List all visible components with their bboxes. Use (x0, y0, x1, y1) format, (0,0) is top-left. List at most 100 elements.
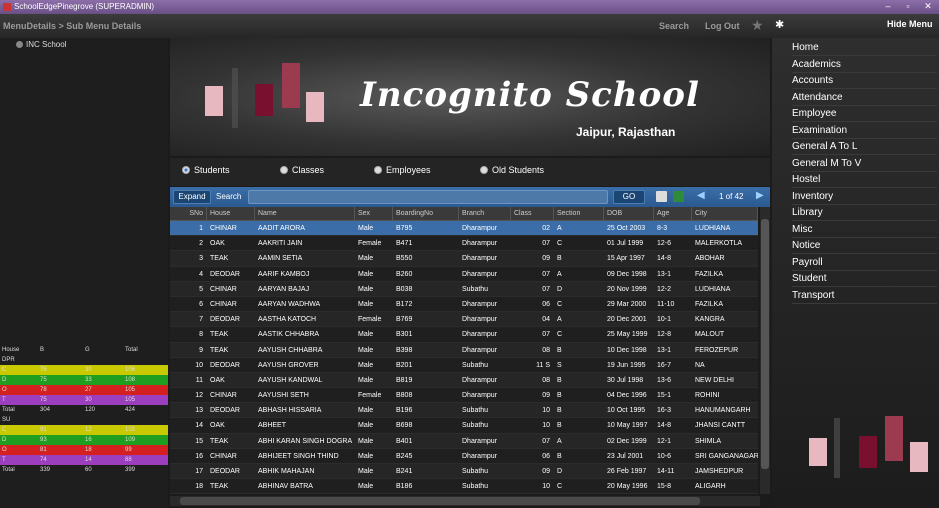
column-header[interactable]: BoardingNo (393, 207, 459, 220)
tree-root-item[interactable]: INC School (16, 40, 66, 49)
stats-cell: 93 (40, 437, 47, 443)
table-cell: 02 (542, 225, 550, 232)
menu-item-transport[interactable]: Transport (792, 288, 937, 304)
banner-bar (232, 68, 238, 128)
table-row[interactable]: 8 TEAK AASTIK CHHABRA Male B301 Dharampur 07 C 2… (170, 327, 758, 343)
column-header[interactable]: SNo (170, 207, 207, 220)
menu-item-notice[interactable]: Notice (792, 238, 937, 254)
menu-item-hostel[interactable]: Hostel (792, 172, 937, 188)
minimize-button[interactable]: – (879, 1, 897, 12)
table-row[interactable]: 10 DEODAR AAYUSH GROVER Male B201 Subathu 11 S… (170, 357, 758, 373)
table-row[interactable]: 2 OAK AAKRITI JAIN Female B471 Dharampur 07 C 01… (170, 236, 758, 252)
table-cell: AAYUSHI SETH (258, 392, 309, 400)
scroll-thumb[interactable] (180, 497, 700, 505)
settings-gear-icon[interactable]: ✱ (775, 18, 784, 31)
horizontal-scrollbar[interactable] (170, 496, 760, 506)
next-page-icon[interactable]: ▶ (756, 190, 764, 201)
logout-link[interactable]: Log Out (705, 21, 740, 31)
vertical-scrollbar[interactable] (760, 207, 770, 494)
menu-item-accounts[interactable]: Accounts (792, 73, 937, 89)
column-header[interactable]: Name (255, 207, 355, 220)
column-header[interactable]: House (207, 207, 255, 220)
table-row[interactable]: 3 TEAK AAMIN SETIA Male B550 Dharampur 09 B 15 A… (170, 251, 758, 267)
table-cell: ABHIJEET SINGH THIND (258, 452, 339, 460)
expand-button[interactable]: Expand (173, 190, 211, 204)
menu-item-home[interactable]: Home (792, 40, 937, 56)
table-row[interactable]: 14 OAK ABHEET Male B698 Subathu 10 B 10 May 1997… (170, 418, 758, 434)
prev-page-icon[interactable]: ◀ (697, 190, 705, 201)
menu-item-academics[interactable]: Academics (792, 57, 937, 73)
go-button[interactable]: GO (613, 190, 645, 204)
search-link[interactable]: Search (659, 21, 689, 31)
scroll-thumb[interactable] (761, 219, 769, 469)
excel-export-icon[interactable] (673, 191, 684, 202)
table-row[interactable]: 1 CHINAR AADIT ARORA Male B795 Dharampur 02 A 25… (170, 221, 758, 237)
column-header[interactable]: Section (554, 207, 604, 220)
menu-item-examination[interactable]: Examination (792, 123, 937, 139)
table-row[interactable]: 11 OAK AAYUSH KANDWAL Male B819 Dharampur 08 B 3… (170, 372, 758, 389)
menu-item-attendance[interactable]: Attendance (792, 90, 937, 106)
table-cell: Dharampur (462, 316, 498, 324)
table-cell: ABHASH HISSARIA (258, 407, 322, 415)
table-row[interactable]: 17 DEODAR ABHIK MAHAJAN Male B241 Subathu 09 D 2… (170, 464, 758, 480)
radio-students[interactable]: Students (182, 165, 230, 175)
table-cell: 20 May 1996 (607, 483, 648, 491)
table-cell: B186 (396, 483, 413, 491)
radio-employees[interactable]: Employees (374, 165, 431, 175)
menu-item-misc[interactable]: Misc (792, 222, 937, 238)
menu-item-general-m-to-v[interactable]: General M To V (792, 156, 937, 172)
table-cell: AADIT ARORA (258, 225, 305, 232)
table-cell: 11 S (536, 361, 550, 369)
stats-cell: D (2, 437, 7, 443)
stats-cell: 30 (85, 367, 92, 373)
column-header[interactable]: Branch (459, 207, 511, 220)
column-header[interactable]: City (692, 207, 758, 220)
restore-button[interactable]: ▫ (899, 1, 917, 12)
stats-cell: O (2, 387, 7, 393)
favorite-star-icon[interactable]: ★ (751, 17, 764, 34)
radio-icon (374, 166, 382, 174)
column-header[interactable]: DOB (604, 207, 654, 220)
hide-menu-button[interactable]: Hide Menu (887, 19, 933, 29)
table-row[interactable]: 7 DEODAR AASTHA KATOCH Female B769 Dharampur 0… (170, 312, 758, 328)
column-header[interactable]: Sex (355, 207, 393, 220)
radio-old-students[interactable]: Old Students (480, 165, 544, 175)
table-row[interactable]: 9 TEAK AAYUSH CHHABRA Male B398 Dharampur 08 B 1… (170, 342, 758, 358)
table-cell: 14-8 (657, 255, 672, 263)
stats-cell: 108 (125, 377, 136, 383)
table-row[interactable]: 4 DEODAR AARIF KAMBOJ Male B260 Dharampur 07 A 0… (170, 266, 758, 282)
table-row[interactable]: 18 TEAK ABHINAV BATRA Male B186 Subathu 10 C 20 … (170, 479, 758, 495)
table-cell: 30 Jul 1998 (607, 376, 644, 384)
menu-item-library[interactable]: Library (792, 205, 937, 221)
column-header[interactable]: Age (654, 207, 692, 220)
table-cell: 10 Dec 1998 (607, 346, 647, 354)
table-cell: 15 Apr 1997 (607, 255, 645, 263)
menu-item-general-a-to-l[interactable]: General A To L (792, 139, 937, 155)
table-row[interactable]: 5 CHINAR AARYAN BAJAJ Male B038 Subathu 07 D 20 … (170, 281, 758, 297)
table-row[interactable]: 16 CHINAR ABHIJEET SINGH THIND Male B245 Dhar… (170, 448, 758, 464)
search-input[interactable] (248, 190, 608, 204)
menu-item-student[interactable]: Student (792, 271, 937, 287)
table-row[interactable]: 13 DEODAR ABHASH HISSARIA Male B196 Subathu 10… (170, 403, 758, 419)
table-cell: JHANSI CANTT (695, 422, 746, 430)
table-cell: Male (358, 468, 374, 475)
radio-classes[interactable]: Classes (280, 165, 324, 175)
table-cell: B795 (396, 225, 413, 232)
column-header[interactable]: Class (511, 207, 554, 220)
table-cell: 07 (542, 285, 550, 293)
table-cell: ROHINI (695, 392, 720, 400)
menu-item-employee[interactable]: Employee (792, 106, 937, 122)
table-cell: Male (358, 285, 374, 293)
stats-row: C 91 12 103 (0, 425, 168, 435)
table-cell: Male (358, 270, 374, 278)
table-row[interactable]: 15 TEAK ABHI KARAN SINGH DOGRA Male B401 Dhar… (170, 433, 758, 449)
close-button[interactable]: ✕ (919, 1, 937, 12)
menu-item-payroll[interactable]: Payroll (792, 255, 937, 271)
print-icon[interactable] (656, 191, 667, 202)
table-cell: 09 (542, 468, 550, 475)
table-cell: B241 (396, 468, 413, 475)
table-row[interactable]: 12 CHINAR AAYUSHI SETH Female B808 Dharampur 0… (170, 388, 758, 404)
banner-bar (282, 63, 300, 108)
table-row[interactable]: 6 CHINAR AARYAN WADHWA Male B172 Dharampur 06 C… (170, 296, 758, 313)
menu-item-inventory[interactable]: Inventory (792, 189, 937, 205)
